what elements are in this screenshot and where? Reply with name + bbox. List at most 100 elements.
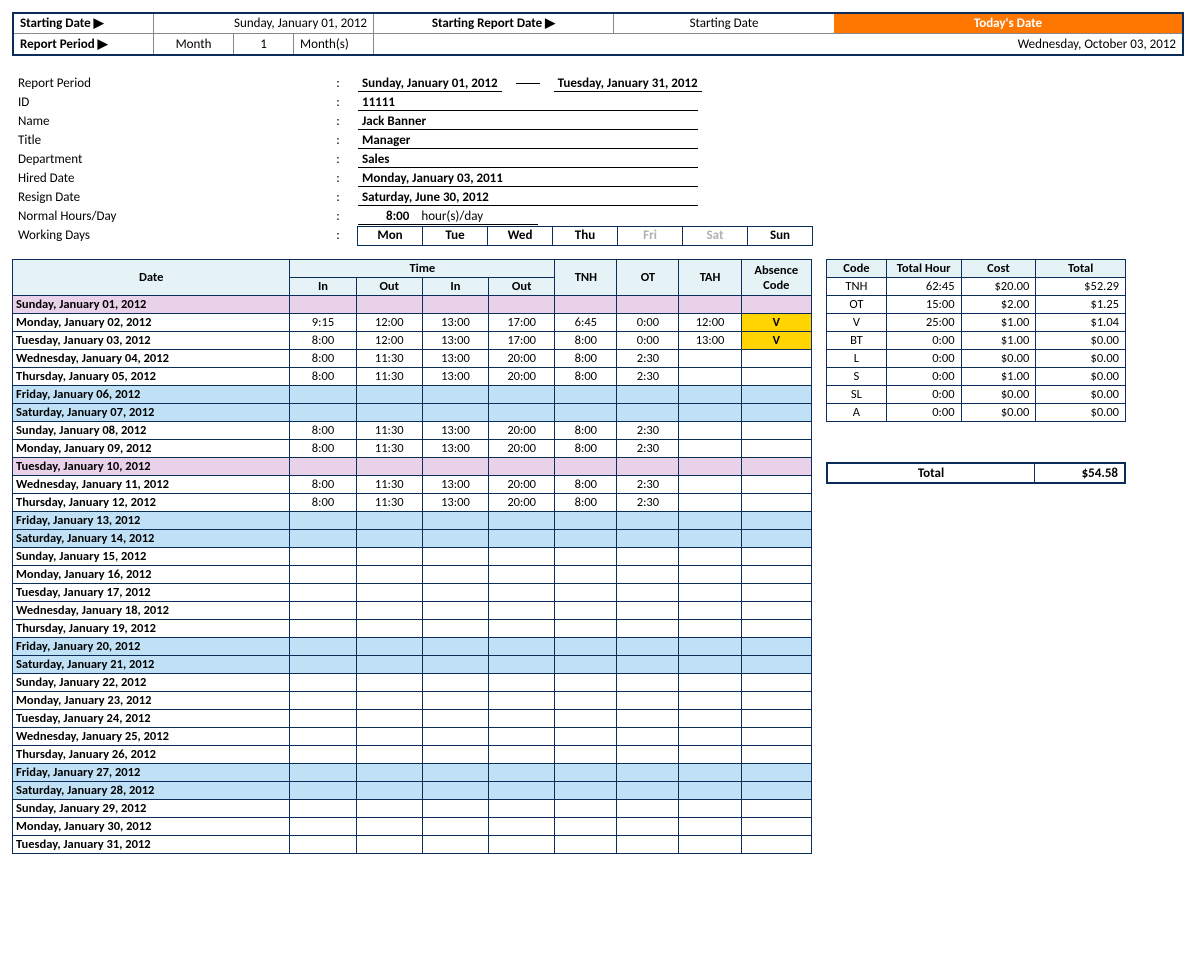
cell-abs[interactable]: V (741, 332, 811, 350)
cell-in2[interactable]: 13:00 (422, 422, 488, 440)
cell-out1[interactable] (356, 512, 422, 530)
cell-out1[interactable]: 11:30 (356, 476, 422, 494)
cell-out1[interactable]: 12:00 (356, 332, 422, 350)
cell-out2[interactable] (489, 512, 555, 530)
cell-date[interactable]: Tuesday, January 10, 2012 (13, 458, 290, 476)
timesheet-table[interactable]: Date Time TNH OT TAH Absence Code In Out… (12, 259, 812, 854)
cell-date[interactable]: Thursday, January 12, 2012 (13, 494, 290, 512)
cell-in1[interactable]: 8:00 (290, 332, 356, 350)
table-row[interactable]: Wednesday, January 11, 20128:0011:3013:0… (13, 476, 812, 494)
cell-out1[interactable] (356, 566, 422, 584)
cell-ot[interactable]: 2:30 (617, 494, 679, 512)
cell-abs[interactable] (741, 404, 811, 422)
cell-tnh[interactable] (555, 404, 617, 422)
table-row[interactable]: Sunday, January 22, 2012 (13, 674, 812, 692)
cell-tah[interactable] (679, 494, 741, 512)
cell-ot[interactable] (617, 710, 679, 728)
cell-out2[interactable]: 17:00 (489, 332, 555, 350)
cell-in1[interactable] (290, 512, 356, 530)
cell-abs[interactable] (741, 692, 811, 710)
cell-tah[interactable] (679, 710, 741, 728)
cell-date[interactable]: Saturday, January 07, 2012 (13, 404, 290, 422)
cell-tnh[interactable] (555, 386, 617, 404)
cell-date[interactable]: Wednesday, January 18, 2012 (13, 602, 290, 620)
cell-tah[interactable] (679, 296, 741, 314)
cell-tnh[interactable] (555, 836, 617, 854)
cell-out1[interactable] (356, 296, 422, 314)
starting-date-value[interactable]: Sunday, January 01, 2012 (154, 14, 374, 34)
cell-out2[interactable] (489, 800, 555, 818)
cell-abs[interactable] (741, 350, 811, 368)
cell-out2[interactable] (489, 602, 555, 620)
cell-date[interactable]: Wednesday, January 11, 2012 (13, 476, 290, 494)
cell-in1[interactable] (290, 386, 356, 404)
cell-ot[interactable]: 2:30 (617, 476, 679, 494)
cell-date[interactable]: Tuesday, January 03, 2012 (13, 332, 290, 350)
cell-tnh[interactable] (555, 620, 617, 638)
cell-ot[interactable]: 2:30 (617, 440, 679, 458)
cell-abs[interactable] (741, 476, 811, 494)
cell-abs[interactable] (741, 746, 811, 764)
cell-tnh[interactable] (555, 692, 617, 710)
cell-ot[interactable] (617, 746, 679, 764)
cell-abs[interactable] (741, 548, 811, 566)
table-row[interactable]: Wednesday, January 18, 2012 (13, 602, 812, 620)
cell-out1[interactable] (356, 692, 422, 710)
cell-out2[interactable] (489, 530, 555, 548)
cell-in2[interactable] (422, 584, 488, 602)
cell-date[interactable]: Monday, January 16, 2012 (13, 566, 290, 584)
cell-in2[interactable]: 13:00 (422, 476, 488, 494)
cell-date[interactable]: Tuesday, January 24, 2012 (13, 710, 290, 728)
cell-in2[interactable] (422, 746, 488, 764)
cell-date[interactable]: Monday, January 09, 2012 (13, 440, 290, 458)
cell-in2[interactable] (422, 386, 488, 404)
table-row[interactable]: Friday, January 13, 2012 (13, 512, 812, 530)
cell-out2[interactable] (489, 638, 555, 656)
cell-out2[interactable] (489, 836, 555, 854)
cell-ot[interactable]: 2:30 (617, 350, 679, 368)
cell-out2[interactable] (489, 404, 555, 422)
cell-ot[interactable] (617, 386, 679, 404)
cell-out1[interactable]: 11:30 (356, 440, 422, 458)
cell-tah[interactable] (679, 404, 741, 422)
cell-out1[interactable] (356, 836, 422, 854)
cell-out2[interactable] (489, 782, 555, 800)
cell-in1[interactable]: 9:15 (290, 314, 356, 332)
cell-out1[interactable] (356, 728, 422, 746)
cell-ot[interactable] (617, 530, 679, 548)
cell-abs[interactable] (741, 584, 811, 602)
cell-ot[interactable] (617, 782, 679, 800)
info-id-value[interactable]: 11111 (358, 95, 698, 111)
cell-out2[interactable] (489, 764, 555, 782)
cell-out1[interactable]: 11:30 (356, 350, 422, 368)
cell-in1[interactable] (290, 656, 356, 674)
cell-tah[interactable] (679, 548, 741, 566)
cell-out1[interactable] (356, 602, 422, 620)
cell-in1[interactable] (290, 746, 356, 764)
cell-ot[interactable] (617, 404, 679, 422)
cell-tnh[interactable] (555, 674, 617, 692)
cell-ot[interactable] (617, 728, 679, 746)
cell-date[interactable]: Friday, January 27, 2012 (13, 764, 290, 782)
cell-in2[interactable] (422, 674, 488, 692)
cell-in2[interactable]: 13:00 (422, 314, 488, 332)
cell-date[interactable]: Sunday, January 08, 2012 (13, 422, 290, 440)
cell-tah[interactable] (679, 764, 741, 782)
cell-in2[interactable] (422, 656, 488, 674)
cell-out2[interactable]: 20:00 (489, 350, 555, 368)
cell-out2[interactable]: 20:00 (489, 476, 555, 494)
cell-tnh[interactable] (555, 458, 617, 476)
cell-tnh[interactable] (555, 638, 617, 656)
cell-tah[interactable] (679, 440, 741, 458)
cell-in2[interactable] (422, 782, 488, 800)
table-row[interactable]: Thursday, January 12, 20128:0011:3013:00… (13, 494, 812, 512)
cell-abs[interactable] (741, 368, 811, 386)
cell-abs[interactable] (741, 800, 811, 818)
cell-tah[interactable] (679, 512, 741, 530)
cell-in2[interactable] (422, 530, 488, 548)
cell-in1[interactable] (290, 836, 356, 854)
cell-tah[interactable] (679, 602, 741, 620)
cell-out2[interactable]: 20:00 (489, 422, 555, 440)
table-row[interactable]: Wednesday, January 04, 20128:0011:3013:0… (13, 350, 812, 368)
cell-tnh[interactable] (555, 296, 617, 314)
